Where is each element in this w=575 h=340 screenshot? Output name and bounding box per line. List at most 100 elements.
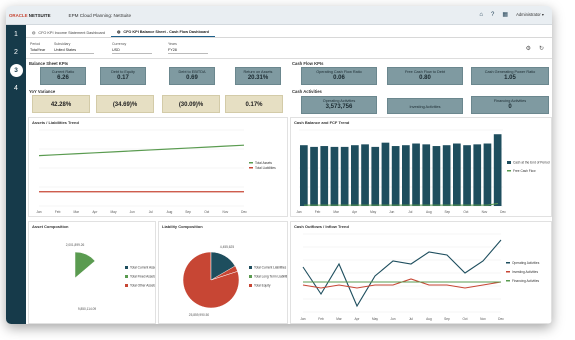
x-tick-label: Aug [426,317,432,321]
x-tick-label: Jun [130,210,135,214]
cash-outflow-chart[interactable]: Jan Feb Mar Apr May Jun Jul Aug Sep Oct Nov Dec Oper… [291,222,551,323]
section-bs-kpis: Balance Sheet KPIs [29,61,69,66]
bar [330,146,339,206]
legend-label: Operating Activities [512,261,540,265]
oracle-logo[interactable]: ORACLE NETSUITE [9,13,51,18]
legend-swatch [125,266,128,269]
cash-financing-activities[interactable]: Financing Activities 0 [471,96,549,114]
x-tick-label: Jun [390,317,395,321]
legend-swatch [249,284,252,287]
tab-balance-sheet[interactable]: ◍ CFO KPI Balance Sheet - Cash Flow Dashb… [111,27,216,37]
x-tick-label: Dec [498,317,504,321]
home-icon[interactable]: ⌂ [479,12,483,18]
step-rail: 1 2 3 4 [6,25,26,324]
panel-title: Asset Composition [32,224,69,229]
x-tick-label: Sep [185,210,191,214]
legend-label: Total Current Liabilities [254,266,287,270]
x-tick-label: Sep [444,317,450,321]
tab-income-statement[interactable]: ◍ CFO KPI Income Statement Dashboard [26,28,111,37]
legend-label: Financing Activities [512,279,540,283]
kpi-debt-to-equity[interactable]: Debt to Equity 0.17 [100,67,146,85]
x-tick-label: Aug [426,210,432,214]
legend-swatch [125,275,128,278]
x-tick-label: Mar [74,210,80,214]
pov-currency[interactable]: Currency USD [112,42,152,54]
kpi-debt-to-ebitda[interactable]: Debt to EBITDA 0.69 [169,67,215,85]
bar [371,146,380,206]
pov-years[interactable]: Years FY28 [168,42,208,54]
legend-swatch [506,280,510,282]
pie-annotation: 9,850,114.09 [78,307,97,311]
panel-title: Cash Balance and FCF Trend [294,120,350,125]
kpi-current-ratio[interactable]: Current Ratio 6.26 [40,67,86,85]
yoy-value-2: (34.69)% [96,95,154,113]
rail-step-3[interactable]: 3 [9,64,23,77]
dashboard-icon: ◍ [32,31,36,35]
kpi-fcf-to-debt[interactable]: Free Cash Flow to Debt 0.80 [387,67,463,85]
x-tick-label: Oct [204,210,209,214]
bar [340,146,349,206]
x-tick-label: Nov [223,210,229,214]
x-tick-label: Dec [241,210,247,214]
x-tick-label: Apr [92,210,98,214]
panel-title: Cash Outflows / Inflow Trend [294,224,349,229]
section-cash-activities: Cash Activities [292,89,322,94]
pov-bar: Period TotalYear Subsidiary United States … [26,38,552,59]
x-tick-label: May [370,210,376,214]
bar [351,145,359,206]
grid-icon[interactable]: ▦ [502,11,508,18]
bar [310,146,318,206]
pie-annotation: 25,859,990.50 [189,313,210,317]
bar [442,145,451,206]
legend-label: Free Cash Flow [513,169,536,173]
user-menu[interactable]: Administrator ▾ [516,12,544,17]
cash-operating-activities[interactable]: Operating Activities 3,573,756 [301,96,377,114]
assets-trend-chart[interactable]: Jan Feb Mar Apr May Jun Jul Aug Sep Oct Nov Dec Tota… [29,118,287,216]
kpi-cash-generating-power[interactable]: Cash Generating Power Ratio 1.05 [471,67,549,85]
x-tick-label: Apr [352,210,358,214]
yoy-value-1: 42.28% [32,95,90,113]
bar [300,145,308,206]
pov-subsidiary[interactable]: Subsidiary United States [54,42,94,54]
liability-composition-chart[interactable]: 4,455,625 25,859,990.50 Total Current Liab… [159,222,291,323]
bar [483,143,492,206]
bar [391,146,400,206]
x-tick-label: Apr [355,317,361,321]
kpi-operating-cash-flow[interactable]: Operating Cash Flow Ratio 0.06 [301,67,377,85]
cash-balance-chart[interactable]: Jan Feb Mar Apr May Jun Jul Aug Sep Oct Nov DecCash… [291,118,551,216]
rail-step-4[interactable]: 4 [6,80,26,97]
section-yoy: YoY Variance [29,89,56,94]
kpi-return-on-assets[interactable]: Return on Assets 20.31% [235,67,281,85]
x-tick-label: Dec [500,210,506,214]
asset-composition-chart[interactable]: 2,001,899.26 9,850,114.09 Total Current As… [29,222,159,323]
rail-step-1[interactable]: 1 [6,26,26,43]
section-cf-kpis: Cash Flow KPIs [292,61,324,66]
x-tick-label: Feb [315,210,321,214]
legend-swatch [506,262,510,264]
rail-step-2[interactable]: 2 [6,44,26,61]
refresh-icon[interactable]: ↻ [539,45,544,52]
legend-swatch [249,167,253,169]
x-tick-label: Jul [408,210,412,214]
x-tick-label: Feb [318,317,324,321]
pie-slice [74,251,96,279]
x-tick-label: Jan [36,210,41,214]
top-bar: ORACLE NETSUITE EPM Cloud Planning: NetS… [6,6,552,25]
x-tick-label: Jul [149,210,153,214]
legend-swatch [507,161,511,164]
x-tick-label: May [372,317,378,321]
x-tick-label: Jan [296,210,301,214]
legend-label: Total Fixed Assets [130,275,155,279]
bar [320,146,329,206]
cash-investing-activities[interactable]: Investing Activities [387,98,463,114]
bar [463,145,471,206]
panel-assets-trend: Assets / Liabilities Trend Jan Feb Mar Apr M… [28,117,288,217]
x-tick-label: Nov [482,210,488,214]
bar [361,144,369,206]
legend-label: Total Current Assets [130,266,155,270]
help-icon[interactable]: ? [491,12,494,18]
panel-liability-composition: Liability Composition 4,455,625 25,859,99… [158,221,291,324]
settings-icon[interactable]: ⚙ [526,45,531,52]
x-tick-label: Oct [463,317,468,321]
bar [473,144,482,206]
